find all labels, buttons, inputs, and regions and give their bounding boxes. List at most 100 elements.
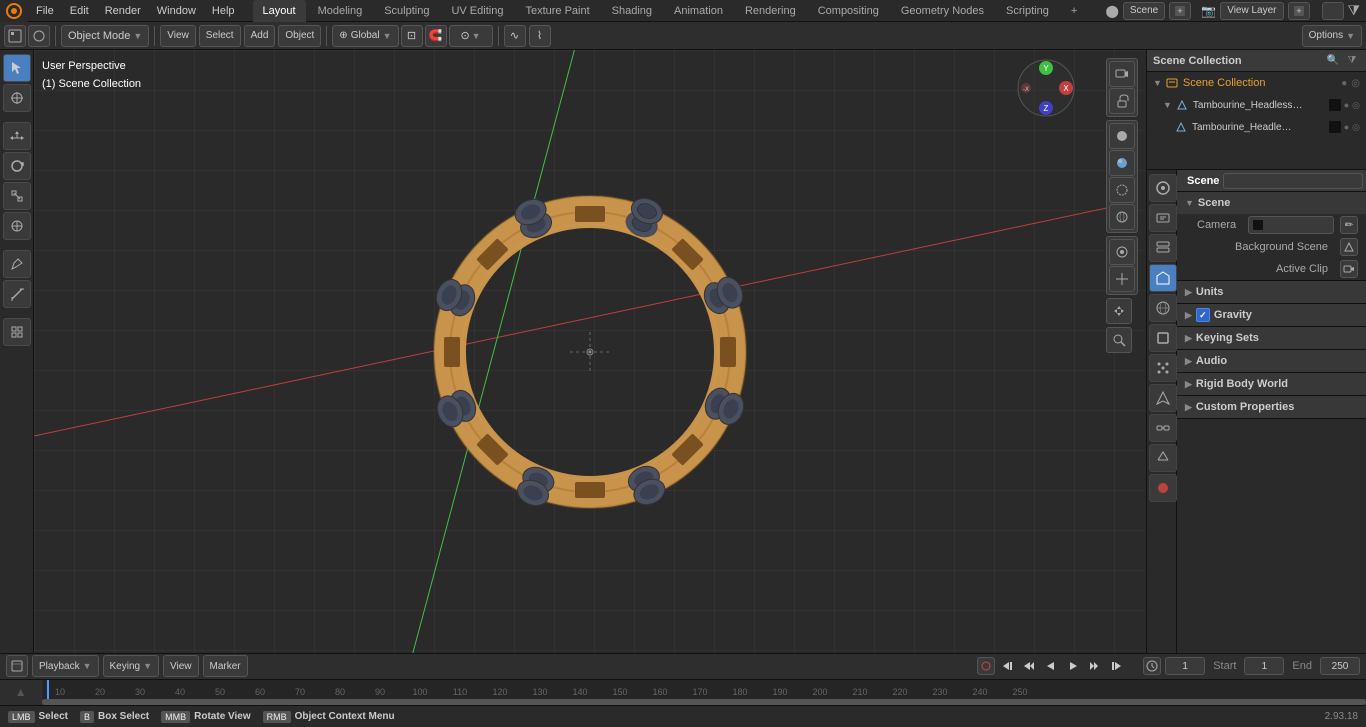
prop-tab-physics[interactable] (1149, 384, 1177, 412)
proportional-edit-btn[interactable]: ⊙▼ (449, 25, 493, 47)
marker-btn[interactable]: Marker (203, 655, 248, 677)
material-view-btn[interactable] (1109, 150, 1135, 176)
keying-btn[interactable]: Keying ▼ (103, 655, 160, 677)
camera-value-input[interactable] (1248, 216, 1334, 234)
snap-btn[interactable]: 🧲 (425, 25, 447, 47)
rendered-view-btn[interactable] (1109, 177, 1135, 203)
gravity-section-header[interactable]: ▶ ✓ Gravity (1177, 304, 1366, 326)
prop-tab-world[interactable] (1149, 294, 1177, 322)
menu-window[interactable]: Window (149, 0, 204, 22)
menu-edit[interactable]: Edit (62, 0, 97, 22)
timeline-scrollbar[interactable] (42, 699, 1366, 705)
prop-tab-object[interactable] (1149, 324, 1177, 352)
object-mode-dropdown[interactable]: Object Mode ▼ (61, 25, 149, 47)
active-clip-icon-btn[interactable] (1340, 260, 1358, 278)
prop-tab-render[interactable] (1149, 174, 1177, 202)
transform-tool-btn[interactable] (3, 212, 31, 240)
jump-start-btn[interactable] (997, 656, 1017, 676)
add-menu[interactable]: Add (244, 25, 276, 47)
prop-tab-scene[interactable] (1149, 264, 1177, 292)
step-forward-btn[interactable] (1085, 656, 1105, 676)
clock-btn[interactable] (1143, 657, 1161, 675)
tab-shading[interactable]: Shading (602, 0, 662, 22)
timeline-content[interactable]: ▶ 10 20 30 40 50 60 70 80 90 100 110 120… (0, 680, 1366, 705)
camera-view-btn[interactable] (1109, 61, 1135, 87)
zoom-btn[interactable] (1106, 327, 1132, 353)
tab-rendering[interactable]: Rendering (735, 0, 806, 22)
curve-icon-btn[interactable]: ⌇ (529, 25, 551, 47)
start-frame-input[interactable]: 1 (1244, 657, 1284, 675)
step-back-btn[interactable] (1019, 656, 1039, 676)
global-transform[interactable]: ⊕ Global ▼ (332, 25, 398, 47)
current-frame-input[interactable]: 1 (1165, 657, 1205, 675)
menu-help[interactable]: Help (204, 0, 243, 22)
scene-new-btn[interactable]: + (1169, 2, 1191, 20)
rigid-body-section-header[interactable]: ▶ Rigid Body World (1177, 373, 1366, 395)
move-tool-btn[interactable] (3, 122, 31, 150)
tab-sculpting[interactable]: Sculpting (374, 0, 439, 22)
prop-tab-data[interactable] (1149, 444, 1177, 472)
menu-file[interactable]: File (28, 0, 62, 22)
custom-props-section-header[interactable]: ▶ Custom Properties (1177, 396, 1366, 418)
transform-pivot-btn[interactable]: ⊡ (401, 25, 423, 47)
view-menu[interactable]: View (160, 25, 196, 47)
search-btn-top[interactable] (1322, 2, 1344, 20)
end-frame-input[interactable]: 250 (1320, 657, 1360, 675)
tab-geometry-nodes[interactable]: Geometry Nodes (891, 0, 994, 22)
select-menu[interactable]: Select (199, 25, 241, 47)
tab-compositing[interactable]: Compositing (808, 0, 889, 22)
menu-render[interactable]: Render (97, 0, 149, 22)
prop-tab-output[interactable] (1149, 204, 1177, 232)
viewport[interactable]: User Perspective (1) Scene Collection X … (34, 50, 1146, 653)
units-section-header[interactable]: ▶ Units (1177, 281, 1366, 303)
scene-section-header[interactable]: ▼ Scene (1177, 192, 1366, 214)
viewport-gizmo[interactable]: X Y Z -X (1016, 58, 1076, 118)
outliner-row-mesh2[interactable]: Tambourine_Headless_D ● ◎ (1147, 116, 1366, 138)
scale-tool-btn[interactable] (3, 182, 31, 210)
show-overlays-btn[interactable] (1109, 239, 1135, 265)
select-tool-btn[interactable] (3, 54, 31, 82)
scene-selector[interactable]: Scene (1123, 2, 1165, 20)
record-btn[interactable] (977, 657, 995, 675)
play-reverse-btn[interactable] (1041, 656, 1061, 676)
prop-tab-constraints[interactable] (1149, 414, 1177, 442)
prop-tab-material[interactable] (1149, 474, 1177, 502)
lock-camera-btn[interactable] (1109, 88, 1135, 114)
timeline-editor-type-btn[interactable] (6, 655, 28, 677)
object-menu[interactable]: Object (278, 25, 321, 47)
options-btn[interactable]: Options ▼ (1302, 25, 1362, 47)
editor-type-btn[interactable] (4, 25, 50, 47)
outliner-row-collection[interactable]: ▼ Scene Collection ● ◎ (1147, 72, 1366, 94)
add-primitive-btn[interactable] (3, 318, 31, 346)
move-viewport-btn[interactable] (1106, 298, 1132, 324)
jump-end-btn[interactable] (1107, 656, 1127, 676)
outliner-filter-btn[interactable]: ⧩ (1344, 53, 1360, 69)
outliner-search-btn[interactable]: 🔍 (1325, 53, 1341, 69)
graph-icon-btn[interactable]: ∿ (504, 25, 526, 47)
props-search-input[interactable] (1223, 173, 1363, 189)
tab-layout[interactable]: Layout (253, 0, 306, 22)
annotate-tool-btn[interactable] (3, 250, 31, 278)
view-layer-selector[interactable]: View Layer (1220, 2, 1283, 20)
solid-view-btn[interactable] (1109, 123, 1135, 149)
view-layer-new-btn[interactable]: + (1288, 2, 1310, 20)
tab-add[interactable]: + (1061, 0, 1087, 22)
playback-btn[interactable]: Playback ▼ (32, 655, 99, 677)
measure-tool-btn[interactable] (3, 280, 31, 308)
keying-sets-section-header[interactable]: ▶ Keying Sets (1177, 327, 1366, 349)
rotate-tool-btn[interactable] (3, 152, 31, 180)
play-forward-btn[interactable] (1063, 656, 1083, 676)
prop-tab-particles[interactable] (1149, 354, 1177, 382)
tab-uv-editing[interactable]: UV Editing (441, 0, 513, 22)
background-scene-icon-btn[interactable] (1340, 238, 1358, 256)
gravity-checkbox[interactable]: ✓ (1196, 308, 1210, 322)
tab-animation[interactable]: Animation (664, 0, 733, 22)
show-gizmos-btn[interactable] (1109, 266, 1135, 292)
audio-section-header[interactable]: ▶ Audio (1177, 350, 1366, 372)
tab-modeling[interactable]: Modeling (308, 0, 373, 22)
outliner-row-mesh1[interactable]: ▼ Tambourine_Headless_Double ● ◎ (1147, 94, 1366, 116)
tab-texture-paint[interactable]: Texture Paint (515, 0, 599, 22)
cursor-tool-btn[interactable] (3, 84, 31, 112)
view-timeline-btn[interactable]: View (163, 655, 199, 677)
prop-tab-view-layer[interactable] (1149, 234, 1177, 262)
